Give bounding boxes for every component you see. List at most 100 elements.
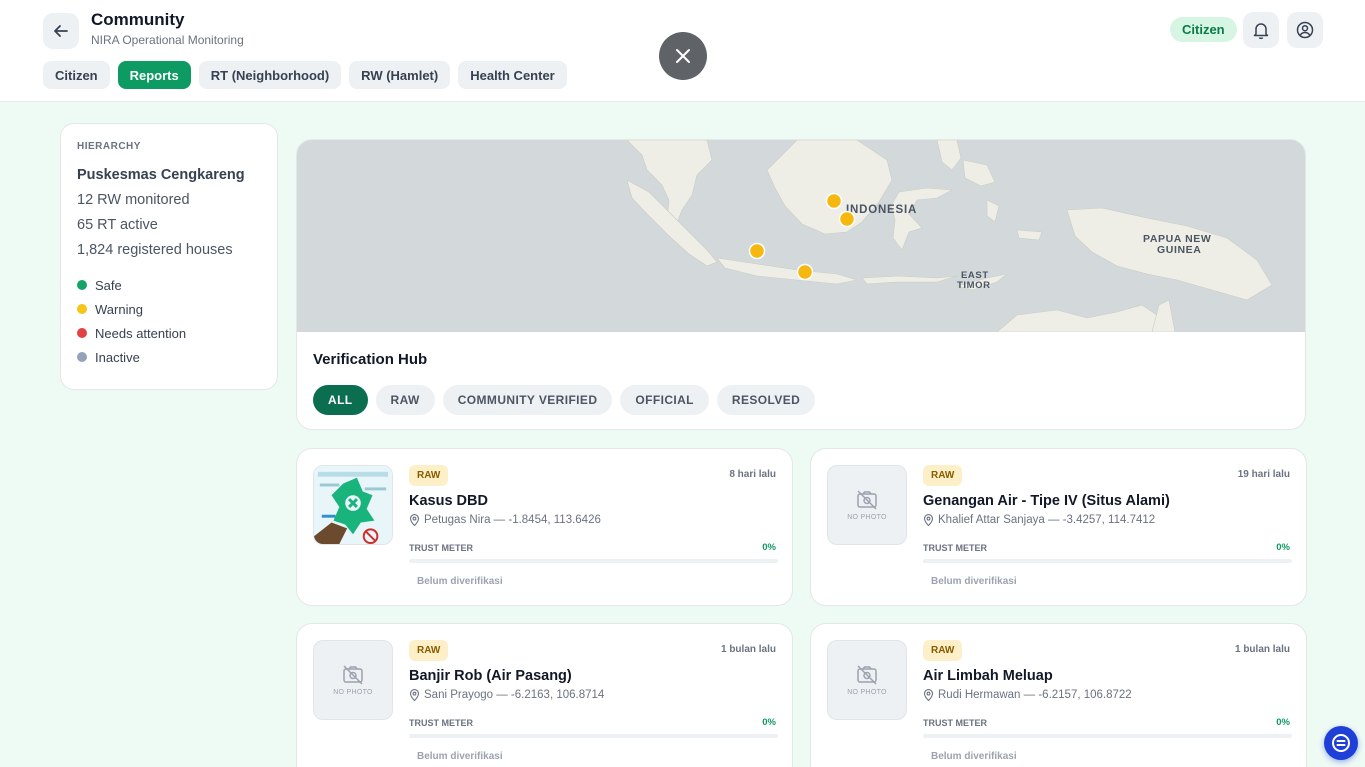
- reporter-location: Sani Prayogo — -6.2163, 106.8714: [424, 689, 605, 701]
- filter-all[interactable]: ALL: [313, 385, 368, 415]
- filter-community-verified[interactable]: COMMUNITY VERIFIED: [442, 385, 613, 415]
- report-time: 8 hari lalu: [729, 469, 776, 480]
- reporter-location: Rudi Hermawan — -6.2157, 106.8722: [938, 689, 1132, 701]
- trust-meter-bar: [923, 734, 1292, 738]
- verification-status: Belum diverifikasi: [417, 751, 503, 762]
- legend-label: Safe: [95, 277, 122, 293]
- location-pin-icon: [409, 689, 420, 701]
- report-photo-placeholder: NO PHOTO: [827, 465, 907, 545]
- trust-meter-bar: [409, 734, 778, 738]
- report-meta: Khalief Attar Sanjaya — -3.4257, 114.741…: [923, 514, 1155, 526]
- status-badge: RAW: [923, 465, 963, 486]
- report-photo-placeholder: NO PHOTO: [827, 640, 907, 720]
- no-photo-icon: [343, 664, 363, 685]
- no-photo-label: NO PHOTO: [847, 688, 887, 696]
- tab-bar: Citizen Reports RT (Neighborhood) RW (Ha…: [43, 61, 567, 89]
- verification-status: Belum diverifikasi: [417, 576, 503, 587]
- report-time: 1 bulan lalu: [720, 644, 776, 655]
- reporter-location: Khalief Attar Sanjaya — -3.4257, 114.741…: [938, 514, 1156, 526]
- report-photo: [313, 465, 393, 545]
- hierarchy-panel: HIERARCHY Puskesmas Cengkareng 12 RW mon…: [60, 123, 278, 390]
- trust-meter-label: TRUST METER: [409, 543, 473, 553]
- legend-label: Inactive: [95, 349, 140, 365]
- bell-icon: [1253, 23, 1269, 39]
- status-legend: Safe Warning Needs attention Inactive: [77, 273, 261, 369]
- trust-meter-label: TRUST METER: [409, 718, 473, 728]
- hierarchy-name: Puskesmas Cengkareng: [77, 167, 245, 183]
- rw-monitored-stat: 12 RW monitored: [77, 192, 190, 208]
- location-pin-icon: [923, 689, 934, 701]
- report-card[interactable]: NO PHOTO RAW 19 hari lalu Genangan Air -…: [810, 448, 1307, 606]
- map-marker[interactable]: [825, 192, 843, 210]
- report-card[interactable]: NO PHOTO RAW 1 bulan lalu Banjir Rob (Ai…: [296, 623, 793, 767]
- tab-rw-hamlet[interactable]: RW (Hamlet): [349, 61, 451, 89]
- verification-hub-title: Verification Hub: [313, 351, 428, 368]
- notifications-button[interactable]: [1243, 12, 1279, 48]
- trust-meter-label: TRUST METER: [923, 543, 987, 553]
- support-chat-button[interactable]: [1324, 726, 1358, 760]
- report-time: 1 bulan lalu: [1234, 644, 1290, 655]
- verification-hub-card: INDONESIA EAST TIMOR PAPUA NEW GUINEA Ve…: [296, 139, 1306, 430]
- hierarchy-label: HIERARCHY: [77, 141, 141, 152]
- verification-status: Belum diverifikasi: [931, 576, 1017, 587]
- report-time: 19 hari lalu: [1237, 469, 1290, 480]
- map-label-indonesia: INDONESIA: [846, 204, 917, 216]
- top-bar: Community NIRA Operational Monitoring Ci…: [0, 0, 1365, 102]
- status-badge: RAW: [923, 640, 963, 661]
- trust-meter-bar: [409, 559, 778, 563]
- report-title: Banjir Rob (Air Pasang): [409, 668, 572, 684]
- trust-meter-value: 0%: [1276, 542, 1290, 553]
- chat-bot-icon: [1332, 734, 1350, 752]
- tab-health-center[interactable]: Health Center: [458, 61, 567, 89]
- verification-status: Belum diverifikasi: [931, 751, 1017, 762]
- safe-dot-icon: [77, 280, 87, 290]
- map-canvas: INDONESIA EAST TIMOR PAPUA NEW GUINEA: [297, 140, 1305, 333]
- no-photo-icon: [857, 489, 877, 510]
- filter-resolved[interactable]: RESOLVED: [716, 385, 816, 415]
- trust-meter-value: 0%: [762, 717, 776, 728]
- map-label-papua-new-guinea: GUINEA: [1157, 244, 1201, 256]
- trust-meter-label: TRUST METER: [923, 718, 987, 728]
- user-circle-icon: [1296, 21, 1314, 39]
- report-card[interactable]: NO PHOTO RAW 1 bulan lalu Air Limbah Mel…: [810, 623, 1307, 767]
- report-meta: Sani Prayogo — -6.2163, 106.8714: [409, 689, 604, 701]
- location-pin-icon: [409, 514, 420, 526]
- map-marker[interactable]: [796, 263, 814, 281]
- map-marker[interactable]: [748, 242, 766, 260]
- back-button[interactable]: [43, 13, 79, 49]
- report-meta: Rudi Hermawan — -6.2157, 106.8722: [923, 689, 1132, 701]
- filter-official[interactable]: OFFICIAL: [620, 385, 709, 415]
- legend-item-inactive: Inactive: [77, 345, 261, 369]
- close-icon: [676, 49, 690, 63]
- trust-meter-bar: [923, 559, 1292, 563]
- registered-houses-stat: 1,824 registered houses: [77, 242, 233, 258]
- filter-raw[interactable]: RAW: [375, 385, 435, 415]
- legend-item-safe: Safe: [77, 273, 261, 297]
- account-button[interactable]: [1287, 12, 1323, 48]
- trust-meter-value: 0%: [762, 542, 776, 553]
- report-card[interactable]: RAW 8 hari lalu Kasus DBD Petugas Nira —…: [296, 448, 793, 606]
- filter-chips: ALL RAW COMMUNITY VERIFIED OFFICIAL RESO…: [313, 385, 816, 415]
- inactive-dot-icon: [77, 352, 87, 362]
- close-button[interactable]: [659, 32, 707, 80]
- report-title: Genangan Air - Tipe IV (Situs Alami): [923, 493, 1170, 509]
- report-photo-image: [314, 466, 392, 544]
- tab-citizen[interactable]: Citizen: [43, 61, 110, 89]
- location-pin-icon: [923, 514, 934, 526]
- legend-item-warning: Warning: [77, 297, 261, 321]
- report-photo-placeholder: NO PHOTO: [313, 640, 393, 720]
- tab-reports[interactable]: Reports: [117, 61, 191, 89]
- reporter-location: Petugas Nira — -1.8454, 113.6426: [424, 514, 601, 526]
- legend-label: Warning: [95, 301, 143, 317]
- map-marker[interactable]: [838, 210, 856, 228]
- report-title: Air Limbah Meluap: [923, 668, 1053, 684]
- arrow-left-icon: [54, 25, 68, 37]
- no-photo-label: NO PHOTO: [847, 513, 887, 521]
- rt-active-stat: 65 RT active: [77, 217, 158, 233]
- tab-rt-neighborhood[interactable]: RT (Neighborhood): [198, 61, 342, 89]
- trust-meter-value: 0%: [1276, 717, 1290, 728]
- role-badge: Citizen: [1170, 17, 1237, 42]
- page-title: Community: [91, 10, 185, 29]
- report-map[interactable]: INDONESIA EAST TIMOR PAPUA NEW GUINEA: [297, 140, 1305, 333]
- page-subtitle: NIRA Operational Monitoring: [91, 33, 244, 47]
